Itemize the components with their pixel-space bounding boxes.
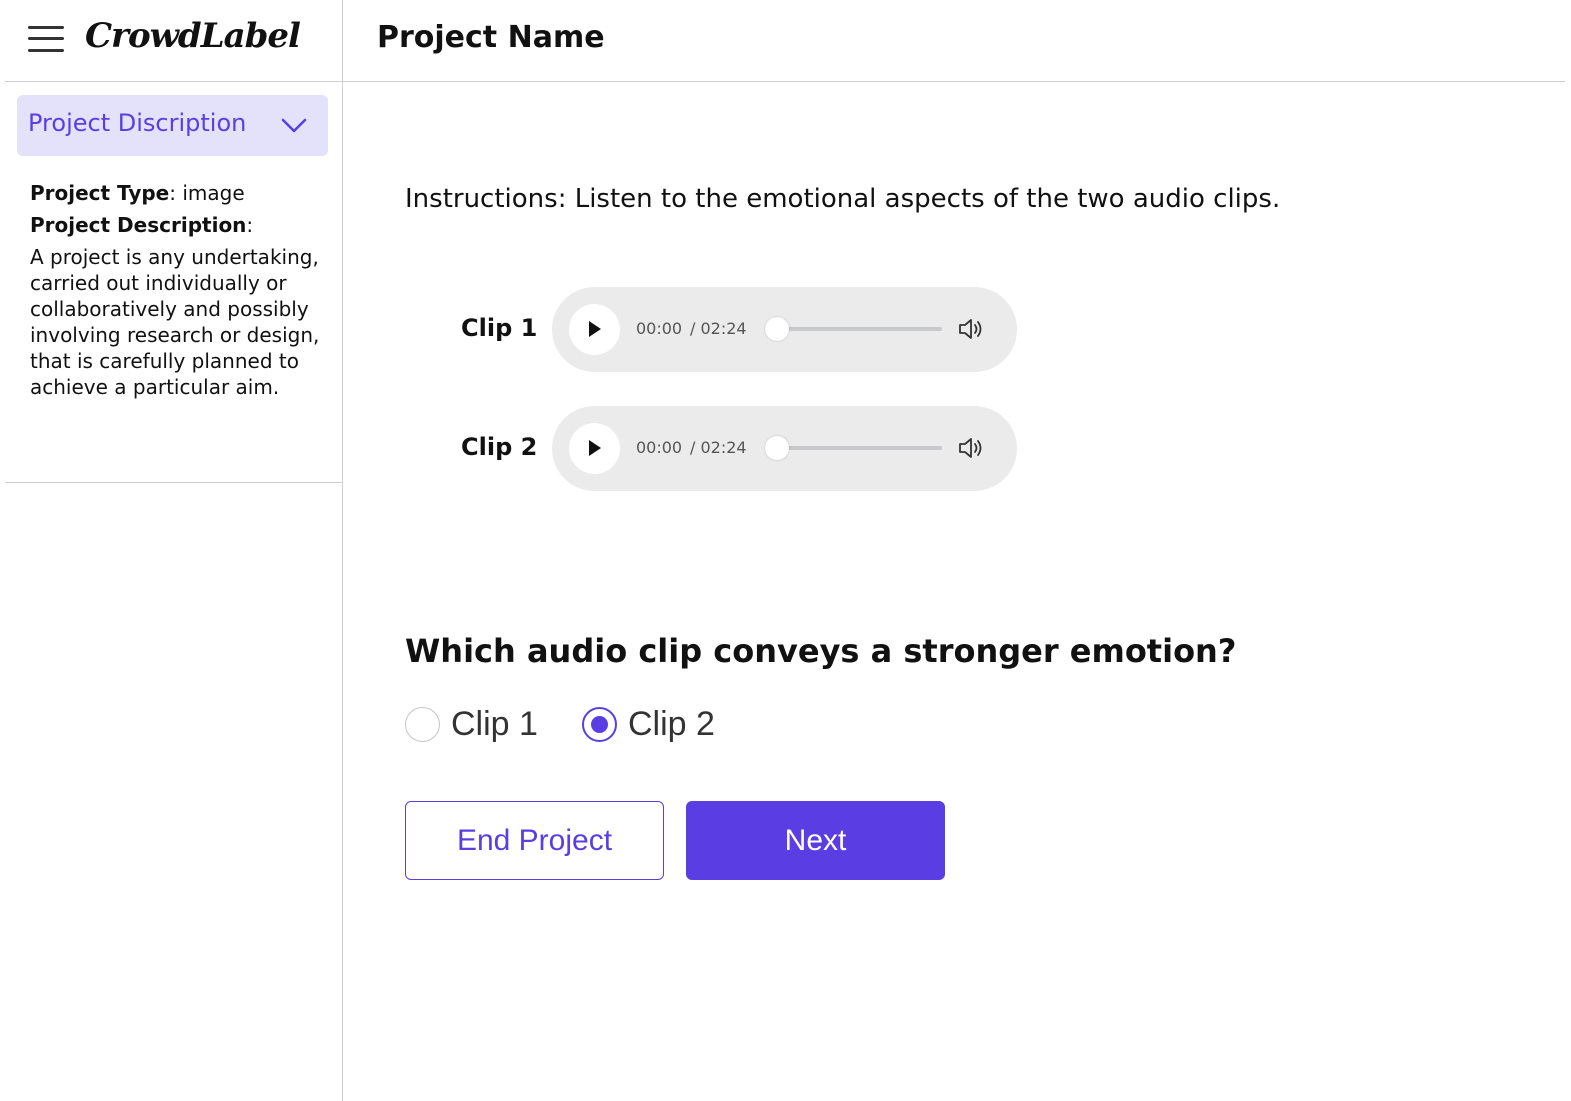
radio-selected-dot bbox=[591, 716, 608, 733]
end-project-button[interactable]: End Project bbox=[405, 801, 664, 880]
play-button[interactable] bbox=[569, 423, 620, 474]
seek-thumb[interactable] bbox=[765, 317, 789, 341]
clip-2-label: Clip 2 bbox=[461, 433, 538, 461]
audio-player-clip-1: 00:00 / 02:24 bbox=[552, 287, 1017, 372]
radio-option-label: Clip 2 bbox=[628, 705, 715, 743]
top-bar: Project Name bbox=[343, 0, 1565, 82]
radio-option-clip-2[interactable]: Clip 2 bbox=[582, 705, 722, 745]
project-description-panel: Project Type: image Project Description:… bbox=[30, 180, 330, 400]
app-logo: CrowdLabel bbox=[85, 16, 301, 56]
radio-option-label: Clip 1 bbox=[451, 705, 538, 743]
radio-option-clip-1[interactable]: Clip 1 bbox=[405, 705, 545, 745]
radio-button-checked[interactable] bbox=[582, 707, 617, 742]
project-description-text: A project is any undertaking, carried ou… bbox=[30, 245, 320, 399]
seek-bar[interactable] bbox=[777, 327, 942, 331]
page-title: Project Name bbox=[377, 20, 605, 55]
radio-button-unchecked[interactable] bbox=[405, 707, 440, 742]
instructions-text: Instructions: Listen to the emotional as… bbox=[405, 184, 1281, 214]
current-time: 00:00 bbox=[636, 319, 683, 338]
volume-icon[interactable] bbox=[958, 318, 984, 340]
audio-player-clip-2: 00:00 / 02:24 bbox=[552, 406, 1017, 491]
question-text: Which audio clip conveys a stronger emot… bbox=[405, 632, 1237, 670]
sidebar-header: CrowdLabel bbox=[5, 0, 343, 82]
seek-bar[interactable] bbox=[777, 446, 942, 450]
volume-icon[interactable] bbox=[958, 437, 984, 459]
play-icon bbox=[589, 440, 601, 456]
clip-1-label: Clip 1 bbox=[461, 314, 538, 342]
chevron-down-icon bbox=[281, 118, 307, 133]
duration: / 02:24 bbox=[690, 319, 747, 338]
project-description-row: Project Description: bbox=[30, 212, 330, 238]
project-type-label: Project Type bbox=[30, 181, 170, 205]
project-type-row: Project Type: image bbox=[30, 180, 330, 206]
sidebar: CrowdLabel Project Discription Project T… bbox=[0, 0, 343, 1101]
play-icon bbox=[589, 321, 601, 337]
sidebar-divider bbox=[5, 482, 343, 483]
next-button[interactable]: Next bbox=[686, 801, 945, 880]
project-description-toggle[interactable]: Project Discription bbox=[17, 95, 328, 156]
seek-thumb[interactable] bbox=[765, 436, 789, 460]
project-type-value: : image bbox=[169, 181, 245, 205]
project-description-toggle-label: Project Discription bbox=[28, 109, 247, 137]
project-description-colon: : bbox=[246, 213, 254, 237]
play-button[interactable] bbox=[569, 304, 620, 355]
duration: / 02:24 bbox=[690, 438, 747, 457]
current-time: 00:00 bbox=[636, 438, 683, 457]
hamburger-menu-icon[interactable] bbox=[28, 24, 64, 54]
project-description-label: Project Description bbox=[30, 213, 247, 237]
